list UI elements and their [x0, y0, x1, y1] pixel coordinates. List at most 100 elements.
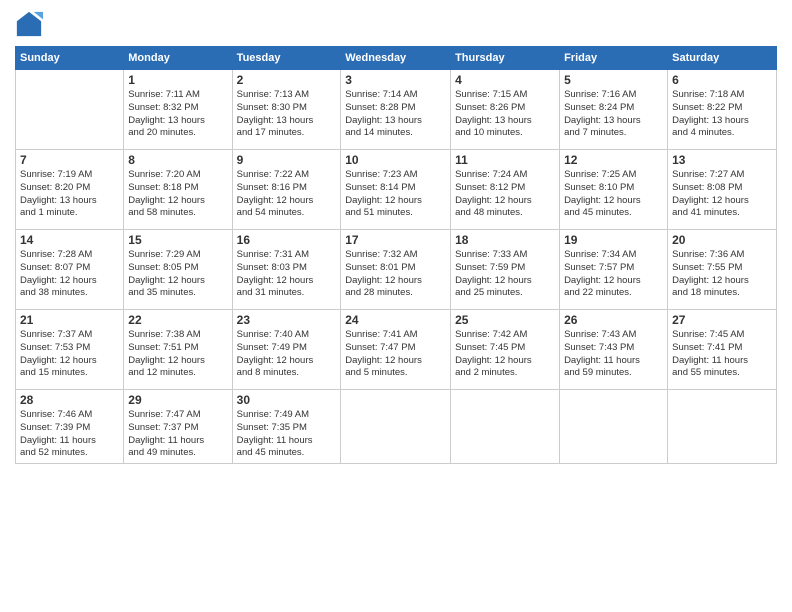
calendar-cell: 27Sunrise: 7:45 AM Sunset: 7:41 PM Dayli… [668, 310, 777, 390]
day-number: 24 [345, 313, 446, 327]
calendar-cell [341, 390, 451, 464]
day-info: Sunrise: 7:11 AM Sunset: 8:32 PM Dayligh… [128, 89, 227, 140]
day-number: 15 [128, 233, 227, 247]
day-info: Sunrise: 7:25 AM Sunset: 8:10 PM Dayligh… [564, 169, 663, 220]
day-number: 14 [20, 233, 119, 247]
week-row-5: 28 Sunrise: 7:46 AM Sunset: 7:39 PM Dayli… [16, 390, 777, 464]
day-info: Sunrise: 7:34 AM Sunset: 7:57 PM Dayligh… [564, 249, 663, 300]
calendar-cell: 7 Sunrise: 7:19 AM Sunset: 8:20 PM Daylig… [16, 150, 124, 230]
day-info: Sunrise: 7:22 AM Sunset: 8:16 PM Dayligh… [237, 169, 337, 220]
day-number: 20 [672, 233, 772, 247]
day-number: 6 [672, 73, 772, 87]
calendar-cell: 23 Sunrise: 7:40 AM Sunset: 7:49 PM Dayli… [232, 310, 341, 390]
day-info: Sunrise: 7:14 AM Sunset: 8:28 PM Dayligh… [345, 89, 446, 140]
day-number: 21 [20, 313, 119, 327]
day-number: 5 [564, 73, 663, 87]
day-number: 4 [455, 73, 555, 87]
calendar-cell: 29 Sunrise: 7:47 AM Sunset: 7:37 PM Dayli… [124, 390, 232, 464]
calendar-cell: 8Sunrise: 7:20 AM Sunset: 8:18 PM Daylig… [124, 150, 232, 230]
calendar-cell [451, 390, 560, 464]
calendar-cell: 22Sunrise: 7:38 AM Sunset: 7:51 PM Dayli… [124, 310, 232, 390]
day-info: Sunrise: 7:47 AM Sunset: 7:37 PM Dayligh… [128, 409, 227, 460]
day-number: 26 [564, 313, 663, 327]
calendar-cell: 24 Sunrise: 7:41 AM Sunset: 7:47 PM Dayli… [341, 310, 451, 390]
logo-icon [15, 10, 43, 38]
day-header-saturday: Saturday [668, 47, 777, 70]
day-info: Sunrise: 7:24 AM Sunset: 8:12 PM Dayligh… [455, 169, 555, 220]
calendar-cell: 12 Sunrise: 7:25 AM Sunset: 8:10 PM Dayli… [560, 150, 668, 230]
calendar-cell: 13 Sunrise: 7:27 AM Sunset: 8:08 PM Dayli… [668, 150, 777, 230]
day-number: 16 [237, 233, 337, 247]
calendar-cell: 15 Sunrise: 7:29 AM Sunset: 8:05 PM Dayli… [124, 230, 232, 310]
calendar-cell [16, 70, 124, 150]
calendar-cell: 14 Sunrise: 7:28 AM Sunset: 8:07 PM Dayli… [16, 230, 124, 310]
calendar-cell: 1 Sunrise: 7:11 AM Sunset: 8:32 PM Daylig… [124, 70, 232, 150]
day-info: Sunrise: 7:46 AM Sunset: 7:39 PM Dayligh… [20, 409, 119, 460]
calendar-cell: 11 Sunrise: 7:24 AM Sunset: 8:12 PM Dayli… [451, 150, 560, 230]
day-header-wednesday: Wednesday [341, 47, 451, 70]
calendar-cell: 28 Sunrise: 7:46 AM Sunset: 7:39 PM Dayli… [16, 390, 124, 464]
day-number: 1 [128, 73, 227, 87]
day-info: Sunrise: 7:37 AM Sunset: 7:53 PM Dayligh… [20, 329, 119, 380]
day-info: Sunrise: 7:27 AM Sunset: 8:08 PM Dayligh… [672, 169, 772, 220]
day-number: 27 [672, 313, 772, 327]
day-number: 12 [564, 153, 663, 167]
day-number: 25 [455, 313, 555, 327]
day-number: 9 [237, 153, 337, 167]
day-info: Sunrise: 7:23 AM Sunset: 8:14 PM Dayligh… [345, 169, 446, 220]
day-header-sunday: Sunday [16, 47, 124, 70]
calendar-cell: 21 Sunrise: 7:37 AM Sunset: 7:53 PM Dayli… [16, 310, 124, 390]
header-row: SundayMondayTuesdayWednesdayThursdayFrid… [16, 47, 777, 70]
day-number: 30 [237, 393, 337, 407]
day-number: 18 [455, 233, 555, 247]
day-number: 23 [237, 313, 337, 327]
day-number: 17 [345, 233, 446, 247]
calendar-cell: 3Sunrise: 7:14 AM Sunset: 8:28 PM Daylig… [341, 70, 451, 150]
week-row-1: 1 Sunrise: 7:11 AM Sunset: 8:32 PM Daylig… [16, 70, 777, 150]
day-info: Sunrise: 7:41 AM Sunset: 7:47 PM Dayligh… [345, 329, 446, 380]
day-info: Sunrise: 7:29 AM Sunset: 8:05 PM Dayligh… [128, 249, 227, 300]
week-row-4: 21 Sunrise: 7:37 AM Sunset: 7:53 PM Dayli… [16, 310, 777, 390]
day-number: 29 [128, 393, 227, 407]
day-header-tuesday: Tuesday [232, 47, 341, 70]
calendar-cell: 19 Sunrise: 7:34 AM Sunset: 7:57 PM Dayli… [560, 230, 668, 310]
calendar-cell: 25 Sunrise: 7:42 AM Sunset: 7:45 PM Dayli… [451, 310, 560, 390]
day-info: Sunrise: 7:28 AM Sunset: 8:07 PM Dayligh… [20, 249, 119, 300]
day-header-thursday: Thursday [451, 47, 560, 70]
day-number: 10 [345, 153, 446, 167]
calendar-cell: 9 Sunrise: 7:22 AM Sunset: 8:16 PM Daylig… [232, 150, 341, 230]
day-info: Sunrise: 7:15 AM Sunset: 8:26 PM Dayligh… [455, 89, 555, 140]
calendar-cell: 10 Sunrise: 7:23 AM Sunset: 8:14 PM Dayli… [341, 150, 451, 230]
calendar-cell [560, 390, 668, 464]
day-number: 22 [128, 313, 227, 327]
day-header-friday: Friday [560, 47, 668, 70]
day-number: 11 [455, 153, 555, 167]
day-info: Sunrise: 7:31 AM Sunset: 8:03 PM Dayligh… [237, 249, 337, 300]
day-info: Sunrise: 7:36 AM Sunset: 7:55 PM Dayligh… [672, 249, 772, 300]
calendar-cell: 4 Sunrise: 7:15 AM Sunset: 8:26 PM Daylig… [451, 70, 560, 150]
day-number: 19 [564, 233, 663, 247]
calendar-cell: 17 Sunrise: 7:32 AM Sunset: 8:01 PM Dayli… [341, 230, 451, 310]
day-info: Sunrise: 7:42 AM Sunset: 7:45 PM Dayligh… [455, 329, 555, 380]
day-number: 7 [20, 153, 119, 167]
day-info: Sunrise: 7:19 AM Sunset: 8:20 PM Dayligh… [20, 169, 119, 220]
week-row-3: 14 Sunrise: 7:28 AM Sunset: 8:07 PM Dayli… [16, 230, 777, 310]
day-info: Sunrise: 7:32 AM Sunset: 8:01 PM Dayligh… [345, 249, 446, 300]
page-header [15, 10, 777, 38]
calendar-cell: 16 Sunrise: 7:31 AM Sunset: 8:03 PM Dayli… [232, 230, 341, 310]
day-info: Sunrise: 7:20 AM Sunset: 8:18 PM Dayligh… [128, 169, 227, 220]
day-info: Sunrise: 7:49 AM Sunset: 7:35 PM Dayligh… [237, 409, 337, 460]
day-info: Sunrise: 7:40 AM Sunset: 7:49 PM Dayligh… [237, 329, 337, 380]
calendar-cell [668, 390, 777, 464]
calendar-cell: 18Sunrise: 7:33 AM Sunset: 7:59 PM Dayli… [451, 230, 560, 310]
day-info: Sunrise: 7:13 AM Sunset: 8:30 PM Dayligh… [237, 89, 337, 140]
day-number: 13 [672, 153, 772, 167]
day-info: Sunrise: 7:18 AM Sunset: 8:22 PM Dayligh… [672, 89, 772, 140]
calendar-cell: 20 Sunrise: 7:36 AM Sunset: 7:55 PM Dayli… [668, 230, 777, 310]
calendar-cell: 2 Sunrise: 7:13 AM Sunset: 8:30 PM Daylig… [232, 70, 341, 150]
day-info: Sunrise: 7:16 AM Sunset: 8:24 PM Dayligh… [564, 89, 663, 140]
day-info: Sunrise: 7:43 AM Sunset: 7:43 PM Dayligh… [564, 329, 663, 380]
day-number: 2 [237, 73, 337, 87]
calendar-cell: 30 Sunrise: 7:49 AM Sunset: 7:35 PM Dayli… [232, 390, 341, 464]
day-number: 28 [20, 393, 119, 407]
